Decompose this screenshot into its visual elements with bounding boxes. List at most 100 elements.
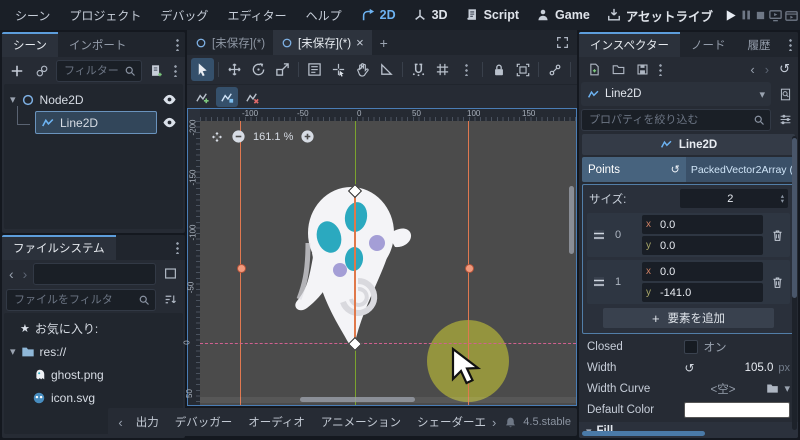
panel-audio[interactable]: オーディオ xyxy=(241,414,312,430)
nav-forward-button[interactable]: › xyxy=(20,266,31,282)
toggle-split-button[interactable] xyxy=(159,263,181,285)
tab-history[interactable]: 履歴 xyxy=(737,32,782,57)
menu-project[interactable]: プロジェクト xyxy=(60,3,150,28)
revert-icon[interactable]: ↺ xyxy=(671,163,680,176)
expand-viewport-icon[interactable] xyxy=(548,30,577,55)
group-button[interactable] xyxy=(511,58,534,81)
closed-checkbox[interactable] xyxy=(684,339,699,354)
selected-node-line2d[interactable]: Line2D xyxy=(35,111,157,134)
drag-handle-icon[interactable] xyxy=(589,262,609,302)
width-curve-value[interactable]: <空> xyxy=(684,381,761,397)
scene-dock-menu-icon[interactable] xyxy=(176,38,179,51)
viewport[interactable]: -100 -50 0 50 100 150 -200 -150 -100 -50… xyxy=(183,108,577,406)
new-tab-button[interactable]: + xyxy=(372,30,396,55)
tab-scene[interactable]: シーン xyxy=(2,32,58,57)
add-element-button[interactable]: + 要素を追加 xyxy=(603,308,774,328)
x-value-field[interactable]: x 0.0 xyxy=(642,215,763,234)
y-value-field[interactable]: y -141.0 xyxy=(642,283,763,302)
play-button[interactable] xyxy=(723,4,738,26)
tab-import[interactable]: インポート xyxy=(58,32,138,57)
spinner-arrows-icon[interactable]: ▴ ▾ xyxy=(781,193,788,205)
fs-sort-button[interactable] xyxy=(159,289,181,311)
play-scene-button[interactable] xyxy=(784,4,799,26)
pause-button[interactable] xyxy=(739,4,753,26)
fs-menu-icon[interactable] xyxy=(176,241,179,254)
menu-help[interactable]: ヘルプ xyxy=(297,3,351,28)
tab-filesystem[interactable]: ファイルシステム xyxy=(2,235,116,260)
workspace-3d[interactable]: 3D xyxy=(405,5,456,25)
revert-icon[interactable]: ↺ xyxy=(684,361,694,375)
property-tools-button[interactable] xyxy=(774,109,796,131)
lock-button[interactable] xyxy=(487,58,510,81)
delete-point-button[interactable] xyxy=(241,87,263,107)
close-tab-icon[interactable]: × xyxy=(356,35,364,50)
visibility-eye-icon[interactable] xyxy=(162,115,177,130)
tree-row-node2d[interactable]: ▾ Node2D xyxy=(6,88,181,111)
panel-animation[interactable]: アニメーション xyxy=(314,414,408,430)
nav-back-button[interactable]: ‹ xyxy=(6,266,17,282)
zoom-percentage[interactable]: 161.1 % xyxy=(253,131,293,143)
center-view-icon[interactable] xyxy=(210,130,224,144)
array-size-spinner[interactable]: 2 ▴ ▾ xyxy=(680,189,788,208)
measure-tool-button[interactable] xyxy=(375,58,398,81)
menu-scene[interactable]: シーン xyxy=(6,3,59,28)
points-value-cell[interactable]: PackedVector2Array ( xyxy=(685,157,795,182)
move-tool-button[interactable] xyxy=(223,58,246,81)
points-property-row[interactable]: Points ↺ PackedVector2Array ( xyxy=(582,157,795,182)
color-swatch[interactable] xyxy=(684,401,790,418)
workspace-2d[interactable]: 2D xyxy=(353,5,404,25)
y-value-field[interactable]: y 0.0 xyxy=(642,236,763,255)
quick-load-folder-icon[interactable] xyxy=(766,382,779,395)
panels-scroll-left[interactable]: ‹ xyxy=(114,415,126,430)
resource-extra-menu-icon[interactable] xyxy=(659,62,662,76)
menu-debug[interactable]: デバッグ xyxy=(151,3,217,28)
visibility-eye-icon[interactable] xyxy=(162,92,177,107)
ruler-guide-left[interactable] xyxy=(240,121,241,405)
collapse-icon[interactable]: ▾ xyxy=(10,93,16,106)
fs-file-ghost[interactable]: ghost.png xyxy=(6,363,181,386)
instance-scene-button[interactable] xyxy=(31,60,53,82)
scene-extra-menu-icon[interactable] xyxy=(174,64,177,77)
snap-options-menu[interactable] xyxy=(455,58,478,81)
edit-point-button[interactable] xyxy=(216,87,238,107)
add-point-button[interactable] xyxy=(191,87,213,107)
path-input[interactable] xyxy=(39,266,150,281)
ruler-vertical[interactable]: -200 -150 -100 -50 0 50 xyxy=(183,119,200,405)
add-node-button[interactable] xyxy=(6,60,28,82)
pan-tool-button[interactable] xyxy=(351,58,374,81)
scene-tab-1[interactable]: [未保存](*) xyxy=(187,30,273,55)
version-label[interactable]: 4.5.stable xyxy=(523,416,571,428)
new-resource-button[interactable] xyxy=(583,58,605,80)
attach-script-button[interactable] xyxy=(145,60,167,82)
panel-shader[interactable]: シェーダーエ xyxy=(410,414,486,430)
chevron-down-icon[interactable]: ▾ xyxy=(784,382,790,395)
class-section-header[interactable]: Line2D xyxy=(582,134,795,155)
collapse-icon[interactable]: ▾ xyxy=(10,345,16,358)
workspace-assetlib[interactable]: アセットライブ xyxy=(599,3,721,28)
object-history-icon[interactable]: ↺ xyxy=(775,61,794,77)
canvas-2d[interactable]: 161.1 % xyxy=(200,121,576,405)
zoom-in-button[interactable] xyxy=(300,129,315,144)
open-docs-button[interactable] xyxy=(774,83,796,105)
drag-handle-icon[interactable] xyxy=(589,215,609,255)
fs-filter-input[interactable] xyxy=(12,292,134,307)
play-remote-button[interactable] xyxy=(768,4,783,26)
property-filter-input[interactable] xyxy=(587,112,749,127)
x-value-field[interactable]: x 0.0 xyxy=(642,262,763,281)
grid-snap-button[interactable] xyxy=(431,58,454,81)
points-label-cell[interactable]: Points ↺ xyxy=(582,157,686,182)
fs-favorites-row[interactable]: ★ お気に入り: xyxy=(6,317,181,340)
ruler-horizontal[interactable]: -100 -50 0 50 100 150 xyxy=(200,109,576,121)
guide-handle[interactable] xyxy=(237,264,246,273)
skeleton-options-button[interactable] xyxy=(543,58,566,81)
inspector-h-scrollbar-thumb[interactable] xyxy=(582,431,705,436)
panels-scroll-right[interactable]: › xyxy=(488,415,500,430)
tab-node[interactable]: ノード xyxy=(680,32,737,57)
smart-snap-button[interactable] xyxy=(407,58,430,81)
save-resource-button[interactable] xyxy=(631,58,653,80)
pivot-tool-button[interactable] xyxy=(327,58,350,81)
load-resource-button[interactable] xyxy=(607,58,629,80)
stop-button[interactable] xyxy=(754,4,767,26)
history-back-button[interactable]: ‹ xyxy=(746,62,758,77)
fs-file-icon-svg[interactable]: icon.svg xyxy=(6,386,181,409)
